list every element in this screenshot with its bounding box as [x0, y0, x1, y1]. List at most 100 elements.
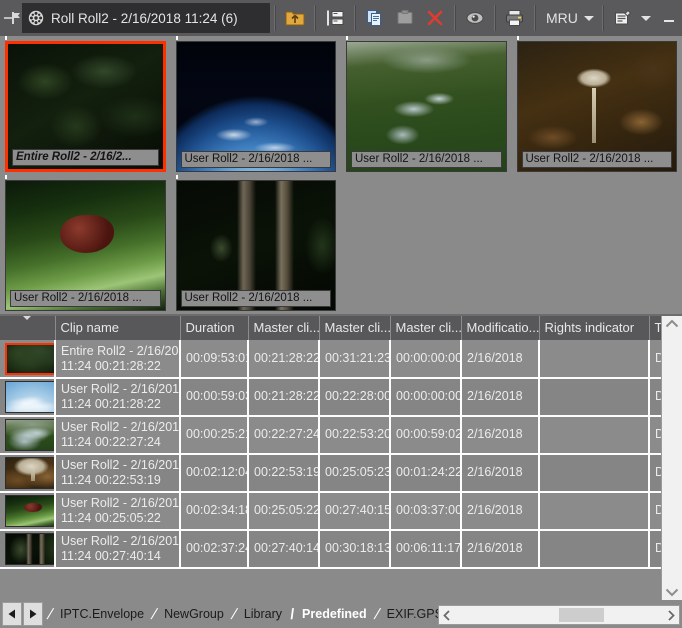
- chevron-down-icon[interactable]: [665, 587, 679, 597]
- row-thumbnail-image: [7, 344, 53, 373]
- clip-name-line1: Entire Roll2 - 2/16/2018: [61, 343, 180, 358]
- clip-name-line2: 11:24 00:21:28:22: [61, 396, 161, 411]
- roll-browser-window: Roll Roll2 - 2/16/2018 11:24 (6) MRU Ent…: [0, 0, 682, 628]
- paste-icon: [397, 10, 413, 24]
- thumbnail-label: User Roll2 - 2/16/2018 ...: [10, 290, 161, 307]
- row-thumbnail-cell[interactable]: [0, 377, 56, 417]
- properties-button[interactable]: [608, 3, 638, 33]
- pin-icon: [4, 12, 20, 24]
- cell-master-1: 00:27:40:14: [248, 529, 320, 569]
- delete-x-icon: [427, 10, 443, 26]
- thumbnail-item-3[interactable]: User Roll2 - 2/16/2018 ...: [512, 36, 682, 175]
- vertical-scrollbar[interactable]: [661, 316, 682, 600]
- row-thumbnail: [5, 494, 53, 527]
- tab-library[interactable]: / Library: [229, 602, 288, 626]
- thumbnail-row-1: Entire Roll2 - 2/16/2... User Roll2 - 2/…: [0, 36, 682, 175]
- row-thumbnail-cell[interactable]: [0, 529, 56, 569]
- cell-rights: [539, 453, 650, 493]
- cell-master-3: 00:01:24:22: [390, 453, 462, 493]
- column-header-target[interactable]: Tar...: [649, 316, 661, 341]
- cell-modification: 2/16/2018: [461, 377, 540, 417]
- column-header-master-3[interactable]: Master cli...: [390, 316, 462, 341]
- clip-table-area: Clip name Duration Master cli... Master …: [0, 314, 682, 600]
- properties-icon: [614, 9, 632, 25]
- thumbnail-frame: User Roll2 - 2/16/2018 ...: [5, 180, 166, 311]
- column-header-master-2[interactable]: Master cli...: [319, 316, 391, 341]
- cell-duration: 00:02:12:04: [180, 453, 249, 493]
- column-header-duration[interactable]: Duration: [180, 316, 249, 341]
- title-bar: Roll Roll2 - 2/16/2018 11:24 (6) MRU: [0, 0, 682, 36]
- tab-label: IPTC.Envelope: [60, 607, 145, 621]
- cell-master-3: 00:00:59:02: [390, 415, 462, 455]
- thumbnail-panel[interactable]: Entire Roll2 - 2/16/2... User Roll2 - 2/…: [0, 36, 682, 314]
- triangle-left-icon: [8, 609, 15, 619]
- chevron-up-icon[interactable]: [665, 319, 679, 329]
- list-view-button[interactable]: [320, 3, 350, 33]
- cell-clip-name: User Roll2 - 2/16/2018 11:24 00:25:05:22: [55, 491, 181, 531]
- thumbnail-item-4[interactable]: User Roll2 - 2/16/2018 ...: [0, 175, 171, 314]
- thumbnail-label: User Roll2 - 2/16/2018 ...: [521, 151, 672, 168]
- row-thumbnail-cell[interactable]: [0, 491, 56, 531]
- tab-next-button[interactable]: [23, 602, 43, 626]
- thumbnail-frame: User Roll2 - 2/16/2018 ...: [516, 41, 677, 172]
- table-row[interactable]: User Roll2 - 2/16/2018 11:24 00:22:27:24…: [0, 415, 661, 455]
- pin-button[interactable]: [2, 3, 22, 33]
- mru-dropdown[interactable]: MRU: [540, 3, 598, 33]
- horizontal-scrollbar[interactable]: [438, 605, 680, 625]
- delete-button[interactable]: [420, 3, 450, 33]
- cell-rights: [539, 415, 650, 455]
- column-header-clip-name[interactable]: Clip name: [55, 316, 181, 341]
- tab-predefined[interactable]: \ Predefined: [287, 602, 373, 626]
- table-row[interactable]: User Roll2 - 2/16/2018 11:24 00:25:05:22…: [0, 491, 661, 531]
- column-header-sort[interactable]: [0, 316, 56, 341]
- thumbnail-item-1[interactable]: User Roll2 - 2/16/2018 ...: [171, 36, 342, 175]
- table-row[interactable]: User Roll2 - 2/16/2018 11:24 00:27:40:14…: [0, 529, 661, 569]
- table-row[interactable]: User Roll2 - 2/16/2018 11:24 00:22:53:19…: [0, 453, 661, 493]
- tab-label: Predefined: [302, 607, 367, 621]
- copy-icon: [367, 10, 381, 26]
- cell-modification: 2/16/2018: [461, 415, 540, 455]
- cell-master-3: 00:00:00:00: [390, 340, 462, 379]
- table-row[interactable]: Entire Roll2 - 2/16/2018 11:24 00:21:28:…: [0, 340, 661, 379]
- row-thumbnail-cell[interactable]: [0, 453, 56, 493]
- thumbnail-label: User Roll2 - 2/16/2018 ...: [180, 290, 331, 307]
- clip-name-line1: User Roll2 - 2/16/2018: [61, 533, 180, 548]
- tab-iptc-envelope[interactable]: / IPTC.Envelope: [46, 602, 150, 626]
- toolbar-separator-3: [354, 5, 356, 31]
- preview-button[interactable]: [460, 3, 490, 33]
- tab-divider-icon: /: [371, 605, 382, 623]
- column-header-master-1[interactable]: Master cli...: [248, 316, 320, 341]
- clip-name-line1: User Roll2 - 2/16/2018: [61, 495, 180, 510]
- row-thumbnail-cell[interactable]: [0, 340, 56, 379]
- column-header-rights[interactable]: Rights indicator: [539, 316, 650, 341]
- cell-duration: 00:02:37:24: [180, 529, 249, 569]
- chevron-left-icon[interactable]: [443, 609, 451, 621]
- paste-button[interactable]: [390, 3, 420, 33]
- tab-prev-button[interactable]: [2, 602, 22, 626]
- clip-name-line2: 11:24 00:21:28:22: [61, 358, 161, 373]
- column-header-modification[interactable]: Modificatio...: [461, 316, 540, 341]
- cell-master-2: 00:25:05:23: [319, 453, 391, 493]
- thumbnail-tick-icon: [5, 36, 7, 40]
- scrollbar-thumb[interactable]: [559, 608, 604, 622]
- print-button[interactable]: [500, 3, 530, 33]
- horizontal-scrollbar-area: [438, 602, 682, 628]
- minimize-button[interactable]: [654, 3, 682, 33]
- thumbnail-item-2[interactable]: User Roll2 - 2/16/2018 ...: [341, 36, 512, 175]
- cell-duration: 00:09:53:01: [180, 340, 249, 379]
- clip-table-scroll[interactable]: Clip name Duration Master cli... Master …: [0, 316, 661, 600]
- table-row[interactable]: User Roll2 - 2/16/2018 11:24 00:21:28:22…: [0, 377, 661, 417]
- thumbnail-label: User Roll2 - 2/16/2018 ...: [180, 151, 331, 168]
- copy-button[interactable]: [360, 3, 390, 33]
- chevron-right-icon[interactable]: [667, 609, 675, 621]
- folder-up-button[interactable]: [280, 3, 310, 33]
- cell-master-1: 00:25:05:22: [248, 491, 320, 531]
- row-thumbnail-cell[interactable]: [0, 415, 56, 455]
- thumbnail-item-0[interactable]: Entire Roll2 - 2/16/2...: [0, 36, 171, 175]
- thumbnail-item-5[interactable]: User Roll2 - 2/16/2018 ...: [171, 175, 342, 314]
- cell-clip-name: User Roll2 - 2/16/2018 11:24 00:27:40:14: [55, 529, 181, 569]
- tab-newgroup[interactable]: / NewGroup: [149, 602, 230, 626]
- folder-up-icon: [285, 11, 305, 26]
- properties-dropdown[interactable]: [638, 3, 654, 33]
- cell-modification: 2/16/2018: [461, 529, 540, 569]
